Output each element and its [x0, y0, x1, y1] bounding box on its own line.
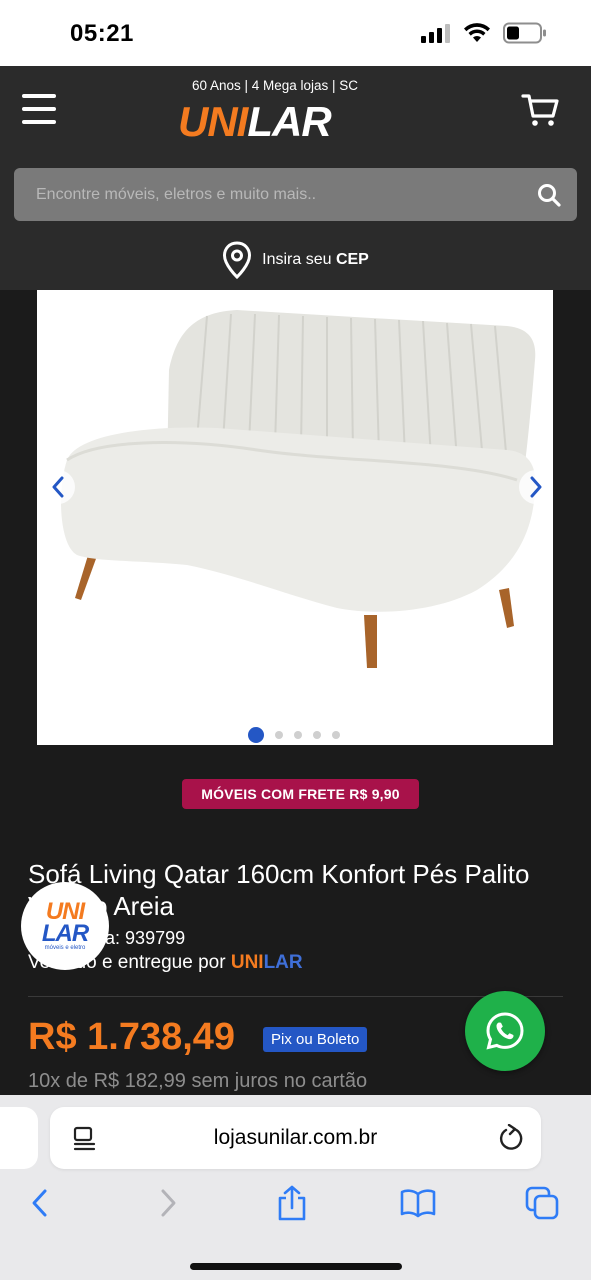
gallery-pagination — [248, 727, 340, 743]
gallery-dot[interactable] — [248, 727, 264, 743]
tagline: 60 Anos | 4 Mega lojas | SC — [191, 78, 359, 93]
status-icons — [421, 22, 547, 44]
product-price: R$ 1.738,49 — [28, 1016, 236, 1058]
location-pin-icon — [223, 241, 252, 279]
back-icon[interactable] — [20, 1183, 60, 1223]
gallery-dot[interactable] — [313, 731, 321, 739]
status-bar: 05:21 — [0, 0, 591, 66]
installments-text: 10x de R$ 182,99 sem juros no cartão — [28, 1070, 368, 1092]
cep-bold: CEP — [335, 251, 369, 268]
gallery-prev-button[interactable] — [41, 470, 75, 504]
forward-icon[interactable] — [148, 1183, 188, 1223]
cart-icon-svg — [521, 94, 559, 126]
bookmarks-icon-svg — [400, 1189, 436, 1218]
brand-badge[interactable]: UNI LAR móveis e eletro — [21, 882, 109, 970]
reload-icon[interactable] — [498, 1123, 524, 1157]
logo-uni: UNI — [178, 98, 248, 145]
status-time: 05:21 — [70, 20, 134, 47]
tabs-icon-svg — [525, 1186, 559, 1220]
seller-lar: LAR — [263, 952, 303, 973]
gallery-dot[interactable] — [294, 731, 302, 739]
browser-toolbar: lojasunilar.com.br — [0, 1095, 591, 1280]
tabs-icon[interactable] — [522, 1183, 562, 1223]
cep-label: Insira seu CEP — [262, 251, 369, 269]
logo-lar: LAR — [247, 98, 331, 145]
hamburger-menu-icon[interactable] — [22, 94, 56, 124]
search-icon[interactable] — [521, 168, 577, 221]
back-icon-svg — [32, 1189, 47, 1217]
product-image-gallery[interactable] — [37, 290, 553, 745]
seller-uni: UNI — [230, 952, 264, 973]
gallery-dot[interactable] — [275, 731, 283, 739]
gallery-dot[interactable] — [332, 731, 340, 739]
whatsapp-icon — [486, 1012, 524, 1050]
reload-icon-svg — [499, 1123, 523, 1150]
signal-icon — [421, 24, 450, 43]
menu-line — [22, 107, 56, 111]
whatsapp-button[interactable] — [465, 991, 545, 1071]
gallery-next-button[interactable] — [519, 470, 553, 504]
share-icon-svg — [278, 1185, 306, 1221]
screen: 05:21 60 Anos | 4 Mega lojas | SC UNILAR… — [0, 0, 591, 1280]
url-text: lojasunilar.com.br — [213, 1126, 378, 1149]
cep-selector[interactable]: Insira seu CEP — [0, 240, 591, 280]
share-icon[interactable] — [272, 1183, 312, 1223]
cart-icon[interactable] — [520, 90, 560, 130]
cep-prefix: Insira seu — [262, 251, 332, 268]
chevron-right-icon — [530, 476, 542, 498]
shipping-promo-badge: MÓVEIS COM FRETE R$ 9,90 — [182, 779, 419, 809]
menu-line — [22, 94, 56, 98]
forward-icon-svg — [161, 1189, 176, 1217]
previous-tab-preview[interactable] — [0, 1107, 38, 1169]
battery-icon — [503, 22, 546, 44]
home-indicator — [190, 1263, 402, 1270]
search-bar — [14, 168, 577, 221]
site-logo[interactable]: UNILAR — [178, 98, 332, 146]
address-bar[interactable]: lojasunilar.com.br — [50, 1107, 541, 1169]
brand-badge-sub: móveis e eletro — [44, 944, 86, 951]
search-icon-svg — [538, 183, 561, 207]
chevron-left-icon — [52, 476, 64, 498]
wifi-icon — [464, 23, 490, 42]
brand-badge-lar: LAR — [41, 919, 89, 947]
payment-method-badge: Pix ou Boleto — [263, 1027, 368, 1052]
bookmarks-icon[interactable] — [398, 1183, 438, 1223]
site-header: 60 Anos | 4 Mega lojas | SC UNILAR Encon… — [0, 66, 591, 290]
product-photo — [61, 310, 536, 668]
search-input[interactable] — [14, 168, 521, 221]
menu-line — [22, 120, 56, 124]
